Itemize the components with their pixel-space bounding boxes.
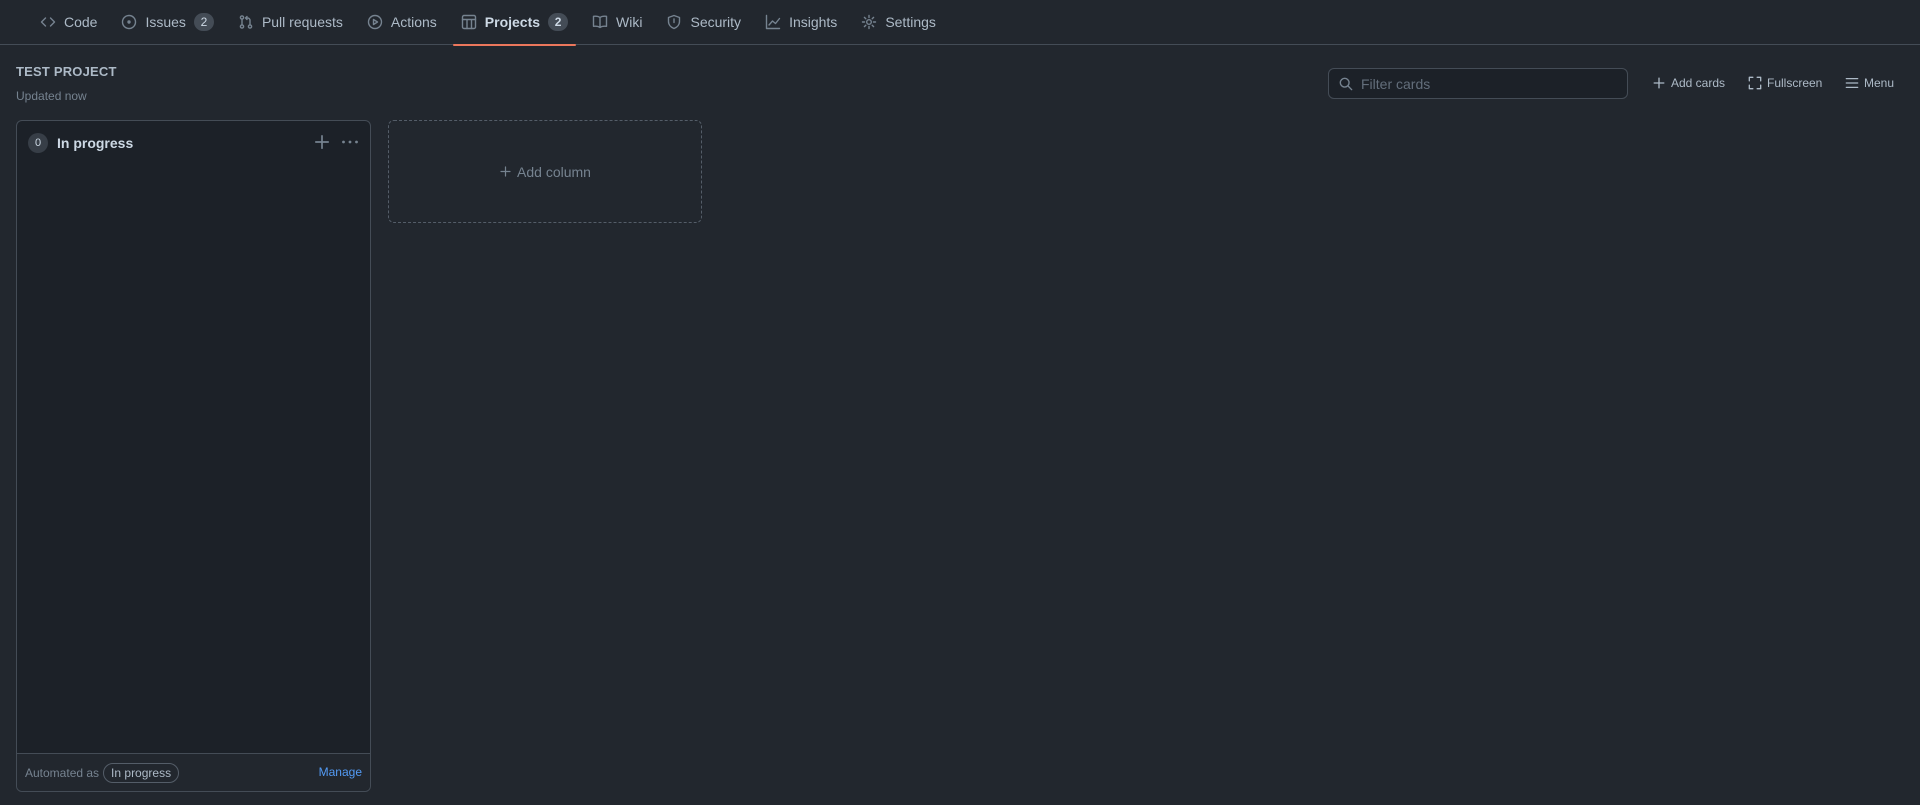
fullscreen-button[interactable]: Fullscreen	[1748, 70, 1822, 96]
tab-label: Wiki	[616, 14, 643, 30]
column-automation-footer: Automated as In progress Manage	[17, 753, 370, 791]
add-cards-label: Add cards	[1671, 76, 1726, 90]
search-icon	[1339, 77, 1353, 91]
add-column-button[interactable]: Add column	[388, 120, 702, 223]
tab-pull-requests[interactable]: Pull requests	[228, 0, 353, 45]
tab-label: Settings	[885, 14, 936, 30]
project-column-in-progress: 0 In progress Automated as In progress M…	[16, 120, 371, 792]
project-updated-status: Updated now	[16, 89, 87, 103]
fullscreen-icon	[1748, 76, 1762, 90]
tab-insights[interactable]: Insights	[755, 0, 847, 45]
add-column-label: Add column	[517, 163, 591, 180]
issues-counter: 2	[193, 13, 214, 31]
automation-prefix: Automated as	[25, 765, 100, 780]
plus-icon	[500, 166, 511, 177]
tab-label: Issues	[145, 14, 186, 30]
project-icon	[461, 14, 476, 30]
manage-automation-link[interactable]: Manage	[319, 765, 362, 779]
hamburger-icon	[1845, 77, 1859, 89]
column-header: 0 In progress	[28, 133, 133, 153]
tab-label: Pull requests	[261, 14, 343, 30]
projects-counter: 2	[548, 13, 569, 31]
tab-actions[interactable]: Actions	[357, 0, 447, 45]
fullscreen-label: Fullscreen	[1767, 76, 1823, 90]
automation-badge: In progress	[103, 762, 180, 783]
tab-code[interactable]: Code	[30, 0, 107, 45]
tab-label: Projects	[484, 14, 541, 30]
column-options-button[interactable]	[340, 133, 360, 151]
tab-settings[interactable]: Settings	[851, 0, 946, 45]
filter-cards-input[interactable]	[1361, 69, 1627, 98]
tab-label: Security	[690, 14, 742, 30]
plus-icon	[1653, 77, 1665, 89]
git-pull-request-icon	[239, 15, 253, 29]
gear-icon	[862, 14, 877, 30]
repo-nav: Code Issues 2 Pull requests Actions Proj…	[0, 0, 1920, 46]
project-title: TEST PROJECT	[16, 64, 117, 79]
filter-cards-box	[1328, 68, 1628, 99]
tab-security[interactable]: Security	[656, 0, 751, 45]
add-card-to-column-button[interactable]	[313, 133, 331, 151]
graph-icon	[765, 14, 781, 30]
shield-icon	[668, 14, 681, 30]
book-icon	[592, 15, 608, 29]
add-cards-button[interactable]: Add cards	[1652, 70, 1725, 96]
code-icon	[40, 17, 56, 27]
tab-label: Code	[64, 14, 98, 30]
tab-projects[interactable]: Projects 2	[451, 0, 578, 46]
issue-opened-icon	[122, 14, 137, 30]
plus-icon	[314, 134, 330, 150]
menu-button[interactable]: Menu	[1845, 70, 1894, 96]
column-card-count: 0	[28, 133, 48, 153]
tab-label: Actions	[390, 14, 437, 30]
kebab-horizontal-icon	[342, 140, 358, 144]
menu-label: Menu	[1864, 76, 1895, 90]
tab-issues[interactable]: Issues 2	[111, 0, 223, 45]
tab-wiki[interactable]: Wiki	[582, 0, 652, 45]
tab-label: Insights	[789, 14, 838, 30]
column-name[interactable]: In progress	[57, 135, 133, 151]
play-icon	[367, 14, 383, 30]
